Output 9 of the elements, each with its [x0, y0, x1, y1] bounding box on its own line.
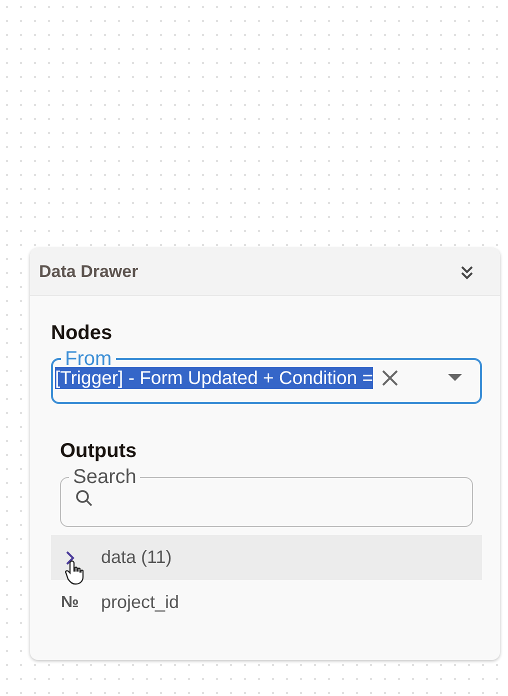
output-row[interactable]: № project_id	[51, 580, 482, 625]
output-label: data (11)	[101, 547, 172, 568]
node-select-field[interactable]: From [Trigger] - Form Updated + Condition =	[51, 351, 482, 404]
section-heading: Outputs	[59, 440, 138, 463]
output-label: project_id	[101, 592, 180, 613]
number-type-glyph: №	[61, 594, 80, 612]
search-field[interactable]: Search	[60, 469, 473, 527]
section-heading: Nodes	[51, 322, 114, 345]
drawer-title: Data Drawer	[39, 262, 138, 282]
